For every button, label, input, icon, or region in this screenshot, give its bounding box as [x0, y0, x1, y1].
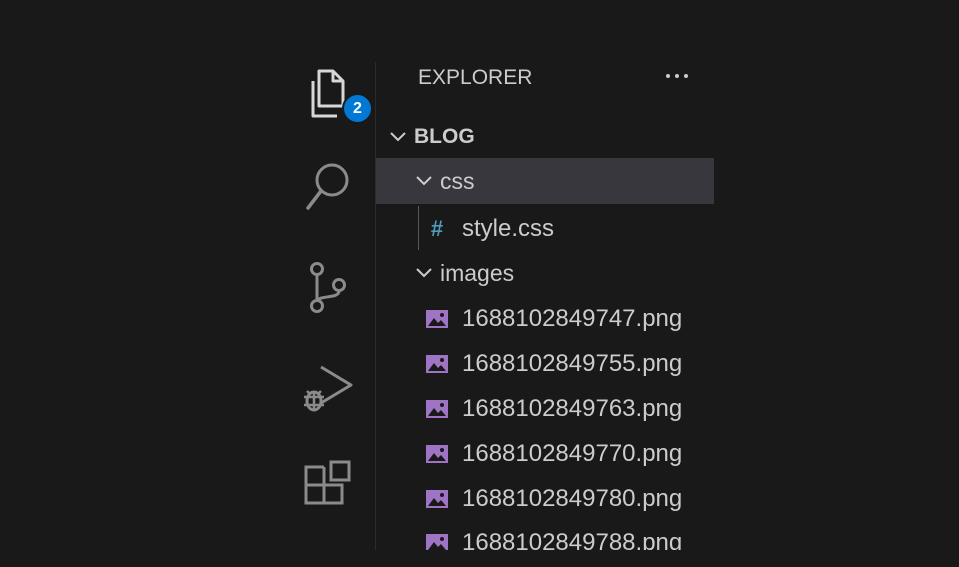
more-actions-button[interactable]	[660, 64, 694, 88]
tree-item-label: 1688102849755.png	[462, 350, 683, 377]
tree-file-image[interactable]: 1688102849755.png	[376, 341, 714, 387]
image-file-icon	[424, 398, 450, 420]
tree-file-image[interactable]: 1688102849788.png	[376, 520, 714, 550]
tree-file-image[interactable]: 1688102849780.png	[376, 476, 714, 522]
tree-folder-css[interactable]: css	[376, 158, 714, 204]
chevron-down-icon	[388, 127, 408, 147]
tree-item-label: style.css	[462, 215, 555, 242]
image-file-icon	[424, 443, 450, 465]
tree-item-label: images	[440, 259, 515, 286]
activity-source-control[interactable]	[296, 256, 360, 320]
explorer-badge: 2	[344, 95, 371, 122]
tree-file-image[interactable]: 1688102849763.png	[376, 386, 714, 432]
source-control-icon	[305, 261, 351, 315]
ellipsis-icon	[666, 74, 688, 78]
vscode-window: 2 EXPLORER BLOG css # style.css images 1…	[0, 0, 959, 567]
activity-extensions[interactable]	[296, 454, 360, 518]
search-icon	[303, 160, 353, 212]
sidebar-title: EXPLORER	[418, 66, 533, 89]
tree-item-label: 1688102849770.png	[462, 440, 683, 467]
activity-run-debug[interactable]	[296, 356, 360, 420]
tree-root-blog[interactable]: BLOG	[376, 114, 714, 160]
tree-file-image[interactable]: 1688102849770.png	[376, 431, 714, 477]
tree-file-style-css[interactable]: # style.css	[376, 206, 714, 252]
image-file-icon	[424, 353, 450, 375]
chevron-down-icon	[414, 263, 434, 283]
tree-item-label: 1688102849747.png	[462, 305, 683, 332]
chevron-down-icon	[414, 171, 434, 191]
image-file-icon	[424, 532, 450, 550]
activity-explorer[interactable]: 2	[296, 62, 371, 126]
tree-item-label: 1688102849788.png	[462, 529, 683, 550]
run-debug-icon	[301, 361, 355, 415]
tree-item-label: 1688102849763.png	[462, 395, 683, 422]
activity-bar: 2	[284, 62, 376, 550]
image-file-icon	[424, 488, 450, 510]
tree-root-label: BLOG	[414, 125, 475, 148]
activity-search[interactable]	[296, 154, 360, 218]
css-file-icon: #	[430, 216, 444, 241]
tree-item-label: css	[440, 167, 475, 194]
extensions-icon	[301, 459, 355, 513]
image-file-icon	[424, 308, 450, 330]
tree-item-label: 1688102849780.png	[462, 485, 683, 512]
tree-file-image[interactable]: 1688102849747.png	[376, 296, 714, 342]
tree-folder-images[interactable]: images	[376, 250, 714, 296]
explorer-sidebar: EXPLORER BLOG css # style.css images 168…	[376, 56, 714, 550]
